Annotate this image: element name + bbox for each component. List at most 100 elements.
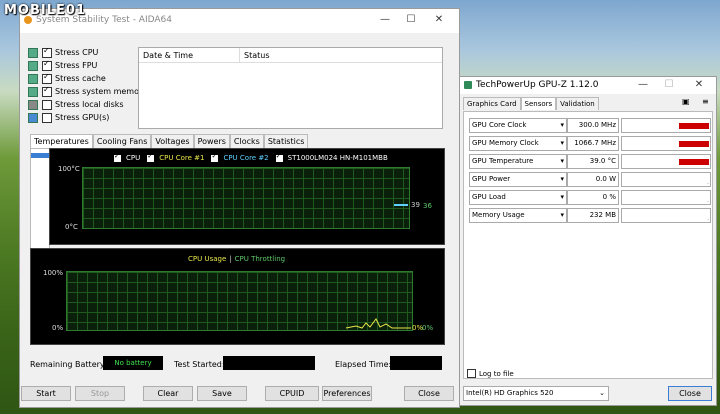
tab-temperatures[interactable]: Temperatures bbox=[30, 134, 93, 148]
stress-fpu-checkbox[interactable]: Stress FPU bbox=[28, 59, 97, 71]
sensor-name: Memory Usage bbox=[472, 211, 525, 219]
sensor-graph bbox=[621, 172, 711, 187]
sensor-name: GPU Core Clock bbox=[472, 121, 527, 129]
gpuz-window-title: TechPowerUp GPU-Z 1.12.0 bbox=[476, 80, 599, 90]
legend-disk[interactable]: ST1000LM024 HN-M101MBB bbox=[288, 154, 388, 162]
chevron-down-icon: ▾ bbox=[560, 193, 564, 201]
gpuz-minimize-icon[interactable]: — bbox=[634, 77, 652, 93]
sensor-name: GPU Memory Clock bbox=[472, 139, 539, 147]
temp-ymax-label: 100°C bbox=[58, 165, 80, 173]
gpuz-maximize-icon[interactable]: ☐ bbox=[660, 77, 678, 93]
sensor-graph-fill bbox=[678, 123, 709, 129]
close-button[interactable]: Close bbox=[404, 386, 454, 401]
sensor-graph-fill bbox=[707, 201, 709, 202]
cpu-icon bbox=[28, 47, 38, 58]
stop-button[interactable]: Stop bbox=[75, 386, 125, 401]
sensor-name: GPU Load bbox=[472, 193, 506, 201]
sensor-value: 0 % bbox=[567, 190, 619, 205]
aida-tabs: Temperatures Cooling Fans Voltages Power… bbox=[30, 134, 309, 148]
camera-icon[interactable]: ▣ bbox=[682, 97, 690, 106]
minimize-icon[interactable]: — bbox=[376, 12, 394, 28]
sensor-row: GPU Power ▾ 0.0 W bbox=[469, 172, 711, 187]
chevron-down-icon: ⌄ bbox=[599, 389, 605, 397]
sensor-value: 39.0 °C bbox=[567, 154, 619, 169]
aida64-window: System Stability Test - AIDA64 — ☐ ✕ Str… bbox=[19, 8, 460, 408]
date-time-header[interactable]: Date & Time bbox=[139, 48, 240, 62]
clear-button[interactable]: Clear bbox=[143, 386, 193, 401]
close-icon[interactable]: ✕ bbox=[430, 12, 448, 28]
tab-cooling-fans[interactable]: Cooling Fans bbox=[92, 134, 152, 148]
sensor-row: GPU Load ▾ 0 % bbox=[469, 190, 711, 205]
temp-value-a: 39 bbox=[411, 201, 420, 209]
menu-icon[interactable]: ≡ bbox=[702, 97, 709, 106]
sensor-graph-fill bbox=[678, 141, 709, 147]
gpuz-app-icon bbox=[464, 81, 472, 89]
device-select-value: Intel(R) HD Graphics 520 bbox=[466, 389, 554, 397]
stress-memory-checkbox[interactable]: Stress system memory bbox=[28, 85, 147, 97]
sensor-graph-fill bbox=[678, 159, 709, 165]
sensor-name: GPU Power bbox=[472, 175, 511, 183]
sensor-name-dropdown[interactable]: GPU Core Clock ▾ bbox=[469, 118, 567, 133]
sensor-name: GPU Temperature bbox=[472, 157, 534, 165]
stress-gpu-checkbox[interactable]: Stress GPU(s) bbox=[28, 112, 109, 123]
usage-ymax-label: 100% bbox=[43, 269, 64, 277]
usage-legend: CPU Usage | CPU Throttling bbox=[188, 255, 285, 263]
cpu-usage-graph: CPU Usage | CPU Throttling 100% 0% 0% 0% bbox=[30, 248, 445, 345]
battery-value: No battery bbox=[103, 356, 163, 370]
throttle-value: 0% bbox=[422, 324, 434, 332]
sensor-name-dropdown[interactable]: GPU Memory Clock ▾ bbox=[469, 136, 567, 151]
preferences-button[interactable]: Preferences bbox=[322, 386, 372, 401]
tab-powers[interactable]: Powers bbox=[193, 134, 230, 148]
sensor-name-dropdown[interactable]: GPU Load ▾ bbox=[469, 190, 567, 205]
temperature-graph: CPU CPU Core #1 CPU Core #2 ST1000LM024 … bbox=[49, 148, 445, 245]
memory-icon bbox=[28, 86, 38, 97]
device-select[interactable]: Intel(R) HD Graphics 520 ⌄ bbox=[463, 386, 609, 401]
legend-cpu[interactable]: CPU bbox=[126, 154, 140, 162]
start-button[interactable]: Start bbox=[21, 386, 71, 401]
sensor-name-dropdown[interactable]: GPU Temperature ▾ bbox=[469, 154, 567, 169]
cpuid-button[interactable]: CPUID bbox=[265, 386, 319, 401]
gpuz-titlebar: TechPowerUp GPU-Z 1.12.0 — ☐ ✕ bbox=[460, 77, 716, 94]
legend-core2[interactable]: CPU Core #2 bbox=[223, 154, 268, 162]
cache-icon bbox=[28, 73, 38, 84]
chevron-down-icon: ▾ bbox=[560, 211, 564, 219]
temperature-grid bbox=[82, 167, 410, 229]
stress-disks-checkbox[interactable]: Stress local disks bbox=[28, 99, 124, 110]
usage-separator: | bbox=[229, 255, 232, 263]
tab-sensors[interactable]: Sensors bbox=[520, 97, 557, 110]
tab-voltages[interactable]: Voltages bbox=[151, 134, 194, 148]
battery-label: Remaining Battery: bbox=[30, 360, 107, 369]
gpuz-close-icon[interactable]: ✕ bbox=[690, 77, 708, 93]
sensor-name-dropdown[interactable]: GPU Power ▾ bbox=[469, 172, 567, 187]
tab-statistics[interactable]: Statistics bbox=[263, 134, 309, 148]
gpuz-tabs: Graphics Card Sensors Validation bbox=[463, 97, 599, 110]
maximize-icon[interactable]: ☐ bbox=[402, 12, 420, 28]
legend-core1[interactable]: CPU Core #1 bbox=[159, 154, 204, 162]
tab-graphics-card[interactable]: Graphics Card bbox=[463, 97, 521, 110]
sensor-graph bbox=[621, 208, 711, 223]
sensor-list[interactable] bbox=[30, 148, 50, 250]
sensor-graph-fill bbox=[707, 183, 709, 184]
stress-cache-checkbox[interactable]: Stress cache bbox=[28, 72, 106, 84]
sensor-row: GPU Core Clock ▾ 300.0 MHz bbox=[469, 118, 711, 133]
chevron-down-icon: ▾ bbox=[560, 121, 564, 129]
sensor-name-dropdown[interactable]: Memory Usage ▾ bbox=[469, 208, 567, 223]
tab-validation[interactable]: Validation bbox=[556, 97, 599, 110]
gpuz-close-button[interactable]: Close bbox=[668, 386, 712, 401]
cpu-throttling-title: CPU Throttling bbox=[234, 255, 286, 263]
save-button[interactable]: Save bbox=[197, 386, 247, 401]
gpuz-window: TechPowerUp GPU-Z 1.12.0 — ☐ ✕ Graphics … bbox=[459, 76, 717, 406]
log-to-file-checkbox[interactable]: Log to file bbox=[467, 369, 514, 378]
gpu-icon bbox=[28, 112, 38, 123]
status-header[interactable]: Status bbox=[240, 48, 274, 62]
chevron-down-icon: ▾ bbox=[560, 157, 564, 165]
sensor-value: 300.0 MHz bbox=[567, 118, 619, 133]
sensor-graph bbox=[621, 118, 711, 133]
sensor-graph bbox=[621, 154, 711, 169]
fpu-icon bbox=[28, 60, 38, 71]
sensor-value: 1066.7 MHz bbox=[567, 136, 619, 151]
sensor-graph-fill bbox=[707, 219, 709, 220]
chevron-down-icon: ▾ bbox=[560, 175, 564, 183]
stress-cpu-checkbox[interactable]: Stress CPU bbox=[28, 46, 98, 58]
tab-clocks[interactable]: Clocks bbox=[229, 134, 264, 148]
